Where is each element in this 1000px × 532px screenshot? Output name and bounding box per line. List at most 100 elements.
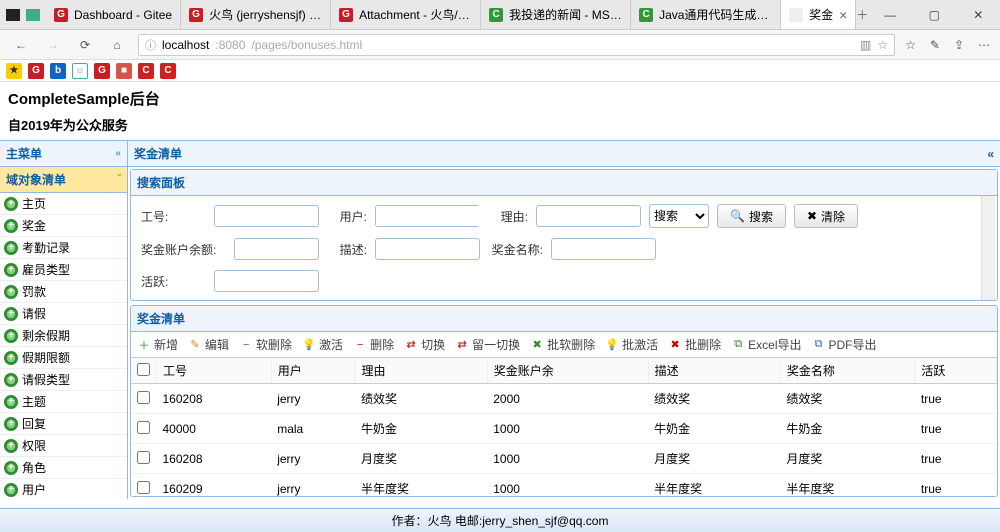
- forward-button[interactable]: →: [42, 34, 64, 56]
- sidebar-item[interactable]: +回复: [0, 413, 127, 435]
- label-balance: 奖金账户余额:: [141, 241, 226, 258]
- toolbar-button[interactable]: ⧉PDF导出: [812, 336, 877, 353]
- footer-text: 作者：火鸟 电邮:jerry_shen_sjf@qq.com: [392, 514, 609, 528]
- maximize-button[interactable]: ▢: [912, 0, 956, 29]
- toolbar-button[interactable]: 💡批激活: [605, 336, 658, 353]
- plus-icon: +: [4, 329, 18, 343]
- search-panel-header[interactable]: 搜索面板: [131, 170, 997, 196]
- sidebar-item[interactable]: +剩余假期: [0, 325, 127, 347]
- scrollbar[interactable]: [981, 196, 995, 300]
- favorites-icon[interactable]: ☆: [905, 38, 916, 52]
- select-all-checkbox[interactable]: [137, 363, 150, 376]
- collapse-icon[interactable]: «: [115, 148, 121, 159]
- notes-icon[interactable]: ✎: [930, 38, 940, 52]
- sidebar-item[interactable]: +请假类型: [0, 369, 127, 391]
- bookmark-icon[interactable]: b: [50, 63, 66, 79]
- toolbar-button[interactable]: ✖批删除: [668, 336, 721, 353]
- toolbar-button[interactable]: ＋新增: [137, 336, 178, 353]
- table-header-cell[interactable]: 奖金账户余: [487, 358, 648, 384]
- input-id[interactable]: [214, 205, 319, 227]
- table-header-cell[interactable]: 理由: [355, 358, 487, 384]
- sidebar-item[interactable]: +权限: [0, 435, 127, 457]
- close-button[interactable]: ✕: [956, 0, 1000, 29]
- sidebar-item[interactable]: +请假: [0, 303, 127, 325]
- toolbar-label: 软删除: [256, 336, 292, 353]
- table-header-cell[interactable]: [131, 358, 157, 384]
- reload-button[interactable]: ⟳: [74, 34, 96, 56]
- table-header-cell[interactable]: 工号: [157, 358, 272, 384]
- table-header-cell[interactable]: 奖金名称: [780, 358, 914, 384]
- browser-tab[interactable]: GDashboard - Gitee: [46, 0, 181, 29]
- toolbar-label: 编辑: [205, 336, 229, 353]
- bookmark-icon[interactable]: G: [94, 63, 110, 79]
- table-row[interactable]: 40000mala牛奶金1000牛奶金牛奶金true: [131, 414, 997, 444]
- bookmark-icon[interactable]: C: [138, 63, 154, 79]
- sidebar-item[interactable]: +角色: [0, 457, 127, 479]
- bookmark-icon[interactable]: ★: [6, 63, 22, 79]
- sidebar-item[interactable]: +雇员类型: [0, 259, 127, 281]
- sidebar-item[interactable]: +奖金: [0, 215, 127, 237]
- bookmark-icon[interactable]: ■: [116, 63, 132, 79]
- star-icon[interactable]: ☆: [877, 38, 888, 52]
- row-checkbox[interactable]: [137, 391, 150, 404]
- tab-favicon: C: [489, 8, 503, 22]
- reader-icon[interactable]: ▥: [860, 38, 871, 52]
- toolbar-button[interactable]: ✎编辑: [188, 336, 229, 353]
- new-tab-button[interactable]: ＋: [856, 0, 868, 29]
- table-row[interactable]: 160208jerry月度奖1000月度奖月度奖true: [131, 444, 997, 474]
- menu-icon[interactable]: ⋯: [978, 38, 990, 52]
- table-cell: 40000: [157, 414, 272, 444]
- grid-header[interactable]: 奖金清单: [131, 306, 997, 332]
- table-header-cell[interactable]: 用户: [271, 358, 355, 384]
- back-button[interactable]: ←: [10, 34, 32, 56]
- toolbar-button[interactable]: 💡激活: [302, 336, 343, 353]
- sidebar-item[interactable]: +罚款: [0, 281, 127, 303]
- sidebar-header-domain[interactable]: 域对象清单 ˇ: [0, 167, 127, 193]
- browser-tab[interactable]: CJava通用代码生成器光: [631, 0, 781, 29]
- search-button[interactable]: 🔍搜索: [717, 204, 786, 228]
- input-name[interactable]: [551, 238, 656, 260]
- bookmark-icon[interactable]: C: [160, 63, 176, 79]
- input-desc[interactable]: [375, 238, 480, 260]
- home-button[interactable]: ⌂: [106, 34, 128, 56]
- input-balance[interactable]: [234, 238, 319, 260]
- clear-button[interactable]: ✖清除: [794, 204, 858, 228]
- sidebar-item[interactable]: +假期限额: [0, 347, 127, 369]
- table-row[interactable]: 160208jerry绩效奖2000绩效奖绩效奖true: [131, 384, 997, 414]
- table-cell: 月度奖: [648, 444, 780, 474]
- collapse-icon[interactable]: «: [987, 147, 994, 161]
- row-checkbox[interactable]: [137, 451, 150, 464]
- tab-favicon: [789, 8, 803, 22]
- browser-tab[interactable]: G火鸟 (jerryshensjf) - Git: [181, 0, 331, 29]
- toolbar-button[interactable]: ✖批软删除: [530, 336, 595, 353]
- url-field[interactable]: ⓘ localhost:8080/pages/bonuses.html ▥ ☆: [138, 34, 895, 56]
- sidebar-header-main[interactable]: 主菜单 «: [0, 141, 127, 167]
- search-mode-select[interactable]: 搜索: [649, 204, 709, 228]
- bookmark-icon[interactable]: G: [28, 63, 44, 79]
- browser-tab[interactable]: 奖金×: [781, 0, 856, 29]
- input-reason[interactable]: [536, 205, 641, 227]
- table-row[interactable]: 160209jerry半年度奖1000半年度奖半年度奖true: [131, 474, 997, 498]
- row-checkbox[interactable]: [137, 481, 150, 494]
- combo-user[interactable]: ▾: [375, 205, 480, 227]
- minimize-button[interactable]: —: [868, 0, 912, 29]
- toolbar-button[interactable]: ⇄切换: [404, 336, 445, 353]
- sidebar-item[interactable]: +考勤记录: [0, 237, 127, 259]
- tab-close-icon[interactable]: ×: [839, 7, 847, 23]
- browser-tab[interactable]: C我投递的新闻 - MS&A(: [481, 0, 631, 29]
- collapse-icon[interactable]: ˇ: [118, 174, 121, 185]
- row-checkbox[interactable]: [137, 421, 150, 434]
- sidebar-item[interactable]: +主题: [0, 391, 127, 413]
- sidebar-item[interactable]: +用户: [0, 479, 127, 499]
- share-icon[interactable]: ⇪: [954, 38, 964, 52]
- toolbar-button[interactable]: ⧉Excel导出: [731, 336, 801, 353]
- sidebar-item[interactable]: +主页: [0, 193, 127, 215]
- toolbar-button[interactable]: ⇄留一切换: [455, 336, 520, 353]
- browser-tab[interactable]: GAttachment - 火鸟/第三: [331, 0, 481, 29]
- toolbar-button[interactable]: −软删除: [239, 336, 292, 353]
- table-header-cell[interactable]: 描述: [648, 358, 780, 384]
- table-header-cell[interactable]: 活跃: [915, 358, 997, 384]
- bookmark-icon[interactable]: ☼: [72, 63, 88, 79]
- toolbar-button[interactable]: −删除: [353, 336, 394, 353]
- input-active[interactable]: [214, 270, 319, 292]
